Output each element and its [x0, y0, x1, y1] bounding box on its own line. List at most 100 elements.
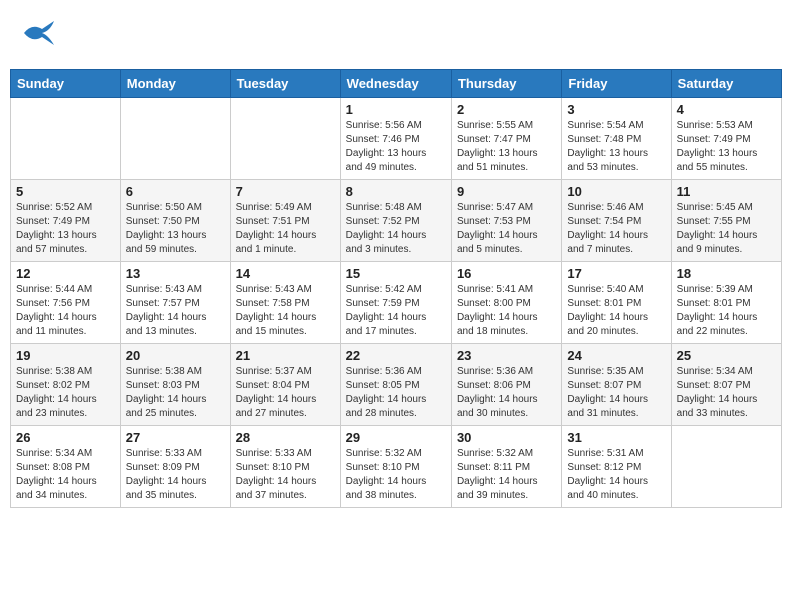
calendar-day-10: 10 Sunrise: 5:46 AM Sunset: 7:54 PM Dayli… [562, 180, 671, 262]
weekday-header-saturday: Saturday [671, 70, 781, 98]
day-number: 27 [126, 430, 225, 445]
day-number: 5 [16, 184, 115, 199]
calendar-day-7: 7Sunrise: 5:49 AM Sunset: 7:51 PM Daylig… [230, 180, 340, 262]
day-info: Sunrise: 5:35 AM Sunset: 8:07 PM Dayligh… [567, 365, 665, 421]
calendar-day-4: 4 Sunrise: 5:53 AM Sunset: 7:49 PM Daylig… [671, 98, 781, 180]
day-number: 11 [677, 184, 776, 199]
calendar-day-25: 25 Sunrise: 5:34 AM Sunset: 8:07 PM Dayli… [671, 344, 781, 426]
day-number: 19 [16, 348, 115, 363]
weekday-header-monday: Monday [120, 70, 230, 98]
calendar-day-1: 1Sunrise: 5:56 AM Sunset: 7:46 PM Daylig… [340, 98, 451, 180]
day-info: Sunrise: 5:52 AM Sunset: 7:49 PM Dayligh… [16, 201, 115, 257]
day-info: Sunrise: 5:34 AM Sunset: 8:07 PM Dayligh… [677, 365, 776, 421]
page-header [10, 10, 782, 61]
calendar-day-2: 2 Sunrise: 5:55 AM Sunset: 7:47 PM Daylig… [451, 98, 561, 180]
calendar-day-12: 12 Sunrise: 5:44 AM Sunset: 7:56 PM Dayli… [11, 262, 121, 344]
weekday-header-tuesday: Tuesday [230, 70, 340, 98]
calendar-week-row: 26Sunrise: 5:34 AM Sunset: 8:08 PM Dayli… [11, 426, 782, 508]
logo [20, 15, 60, 56]
day-number: 25 [677, 348, 776, 363]
day-number: 13 [126, 266, 225, 281]
calendar-day-5: 5 Sunrise: 5:52 AM Sunset: 7:49 PM Daylig… [11, 180, 121, 262]
day-info: Sunrise: 5:32 AM Sunset: 8:11 PM Dayligh… [457, 447, 556, 503]
day-number: 28 [236, 430, 335, 445]
day-info: Sunrise: 5:55 AM Sunset: 7:47 PM Dayligh… [457, 119, 556, 175]
day-info: Sunrise: 5:41 AM Sunset: 8:00 PM Dayligh… [457, 283, 556, 339]
day-number: 6 [126, 184, 225, 199]
calendar-day-empty [671, 426, 781, 508]
day-number: 24 [567, 348, 665, 363]
calendar-day-13: 13 Sunrise: 5:43 AM Sunset: 7:57 PM Dayli… [120, 262, 230, 344]
calendar-day-9: 9Sunrise: 5:47 AM Sunset: 7:53 PM Daylig… [451, 180, 561, 262]
calendar-day-22: 22Sunrise: 5:36 AM Sunset: 8:05 PM Dayli… [340, 344, 451, 426]
day-number: 17 [567, 266, 665, 281]
calendar-day-empty [11, 98, 121, 180]
day-number: 15 [346, 266, 446, 281]
day-info: Sunrise: 5:38 AM Sunset: 8:02 PM Dayligh… [16, 365, 115, 421]
logo-icon [20, 15, 56, 56]
day-info: Sunrise: 5:45 AM Sunset: 7:55 PM Dayligh… [677, 201, 776, 257]
calendar-day-18: 18Sunrise: 5:39 AM Sunset: 8:01 PM Dayli… [671, 262, 781, 344]
day-info: Sunrise: 5:43 AM Sunset: 7:57 PM Dayligh… [126, 283, 225, 339]
calendar-week-row: 19 Sunrise: 5:38 AM Sunset: 8:02 PM Dayli… [11, 344, 782, 426]
day-info: Sunrise: 5:33 AM Sunset: 8:10 PM Dayligh… [236, 447, 335, 503]
calendar-day-29: 29 Sunrise: 5:32 AM Sunset: 8:10 PM Dayli… [340, 426, 451, 508]
day-info: Sunrise: 5:46 AM Sunset: 7:54 PM Dayligh… [567, 201, 665, 257]
calendar-day-16: 16Sunrise: 5:41 AM Sunset: 8:00 PM Dayli… [451, 262, 561, 344]
weekday-header-friday: Friday [562, 70, 671, 98]
day-info: Sunrise: 5:36 AM Sunset: 8:05 PM Dayligh… [346, 365, 446, 421]
calendar-day-20: 20 Sunrise: 5:38 AM Sunset: 8:03 PM Dayli… [120, 344, 230, 426]
calendar-day-31: 31Sunrise: 5:31 AM Sunset: 8:12 PM Dayli… [562, 426, 671, 508]
day-info: Sunrise: 5:36 AM Sunset: 8:06 PM Dayligh… [457, 365, 556, 421]
day-number: 7 [236, 184, 335, 199]
day-number: 2 [457, 102, 556, 117]
calendar-day-empty [230, 98, 340, 180]
day-info: Sunrise: 5:37 AM Sunset: 8:04 PM Dayligh… [236, 365, 335, 421]
day-number: 10 [567, 184, 665, 199]
calendar-week-row: 1Sunrise: 5:56 AM Sunset: 7:46 PM Daylig… [11, 98, 782, 180]
day-info: Sunrise: 5:47 AM Sunset: 7:53 PM Dayligh… [457, 201, 556, 257]
calendar-day-28: 28 Sunrise: 5:33 AM Sunset: 8:10 PM Dayli… [230, 426, 340, 508]
day-number: 3 [567, 102, 665, 117]
calendar-day-11: 11 Sunrise: 5:45 AM Sunset: 7:55 PM Dayli… [671, 180, 781, 262]
day-info: Sunrise: 5:40 AM Sunset: 8:01 PM Dayligh… [567, 283, 665, 339]
calendar-day-6: 6 Sunrise: 5:50 AM Sunset: 7:50 PM Daylig… [120, 180, 230, 262]
calendar-day-30: 30 Sunrise: 5:32 AM Sunset: 8:11 PM Dayli… [451, 426, 561, 508]
day-number: 30 [457, 430, 556, 445]
calendar-day-23: 23 Sunrise: 5:36 AM Sunset: 8:06 PM Dayli… [451, 344, 561, 426]
day-number: 20 [126, 348, 225, 363]
calendar-week-row: 5 Sunrise: 5:52 AM Sunset: 7:49 PM Daylig… [11, 180, 782, 262]
day-info: Sunrise: 5:54 AM Sunset: 7:48 PM Dayligh… [567, 119, 665, 175]
day-info: Sunrise: 5:38 AM Sunset: 8:03 PM Dayligh… [126, 365, 225, 421]
calendar-day-26: 26Sunrise: 5:34 AM Sunset: 8:08 PM Dayli… [11, 426, 121, 508]
day-info: Sunrise: 5:43 AM Sunset: 7:58 PM Dayligh… [236, 283, 335, 339]
day-info: Sunrise: 5:53 AM Sunset: 7:49 PM Dayligh… [677, 119, 776, 175]
calendar-day-17: 17 Sunrise: 5:40 AM Sunset: 8:01 PM Dayli… [562, 262, 671, 344]
day-number: 4 [677, 102, 776, 117]
calendar-day-14: 14 Sunrise: 5:43 AM Sunset: 7:58 PM Dayli… [230, 262, 340, 344]
day-info: Sunrise: 5:48 AM Sunset: 7:52 PM Dayligh… [346, 201, 446, 257]
calendar-day-3: 3 Sunrise: 5:54 AM Sunset: 7:48 PM Daylig… [562, 98, 671, 180]
calendar-week-row: 12 Sunrise: 5:44 AM Sunset: 7:56 PM Dayli… [11, 262, 782, 344]
weekday-header-wednesday: Wednesday [340, 70, 451, 98]
day-info: Sunrise: 5:31 AM Sunset: 8:12 PM Dayligh… [567, 447, 665, 503]
day-number: 14 [236, 266, 335, 281]
day-number: 12 [16, 266, 115, 281]
day-info: Sunrise: 5:44 AM Sunset: 7:56 PM Dayligh… [16, 283, 115, 339]
calendar-table: SundayMondayTuesdayWednesdayThursdayFrid… [10, 69, 782, 508]
day-number: 23 [457, 348, 556, 363]
day-number: 18 [677, 266, 776, 281]
day-info: Sunrise: 5:50 AM Sunset: 7:50 PM Dayligh… [126, 201, 225, 257]
day-info: Sunrise: 5:56 AM Sunset: 7:46 PM Dayligh… [346, 119, 446, 175]
calendar-day-15: 15Sunrise: 5:42 AM Sunset: 7:59 PM Dayli… [340, 262, 451, 344]
calendar-header-row: SundayMondayTuesdayWednesdayThursdayFrid… [11, 70, 782, 98]
weekday-header-thursday: Thursday [451, 70, 561, 98]
day-number: 26 [16, 430, 115, 445]
calendar-day-19: 19 Sunrise: 5:38 AM Sunset: 8:02 PM Dayli… [11, 344, 121, 426]
day-info: Sunrise: 5:33 AM Sunset: 8:09 PM Dayligh… [126, 447, 225, 503]
day-info: Sunrise: 5:32 AM Sunset: 8:10 PM Dayligh… [346, 447, 446, 503]
day-number: 29 [346, 430, 446, 445]
day-number: 21 [236, 348, 335, 363]
calendar-day-24: 24 Sunrise: 5:35 AM Sunset: 8:07 PM Dayli… [562, 344, 671, 426]
day-number: 8 [346, 184, 446, 199]
